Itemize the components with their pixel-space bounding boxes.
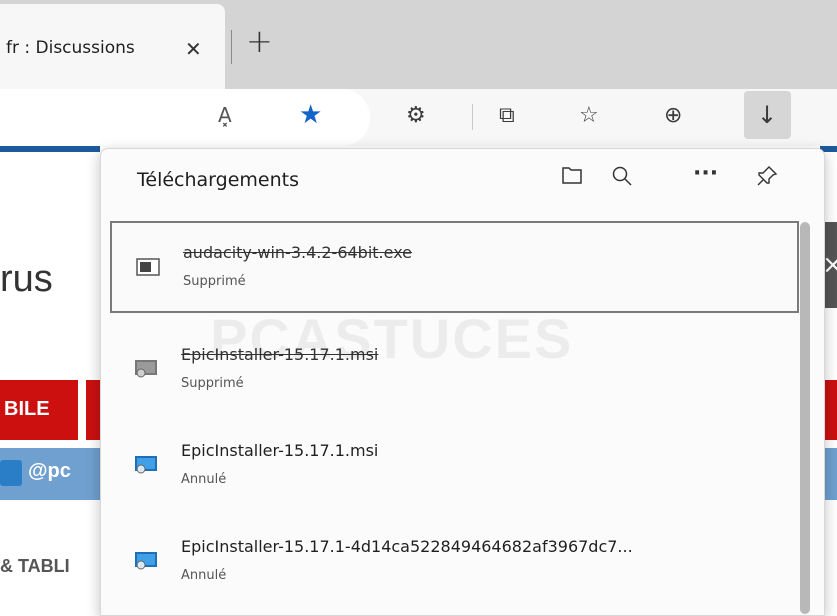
page-heading-fragment: rus (0, 258, 53, 300)
tab-close-icon[interactable]: ✕ (185, 37, 202, 61)
twitter-icon (0, 460, 22, 486)
msi-file-icon (135, 552, 157, 570)
toolbar-divider (472, 104, 473, 130)
file-status: Supprimé (183, 274, 246, 289)
split-screen-icon[interactable]: ⧉ (499, 103, 515, 128)
file-status: Annulé (181, 568, 227, 583)
tab-divider (231, 30, 232, 64)
extensions-icon[interactable]: ⚙ (406, 103, 426, 128)
social-banner[interactable]: @pc (0, 448, 100, 500)
search-icon[interactable] (611, 165, 633, 193)
browser-tab[interactable]: fr : Discussions ✕ (0, 4, 225, 89)
read-aloud-icon[interactable]: A͓ (218, 103, 232, 127)
menu-tab-label: BILE (4, 398, 50, 420)
favorite-star-icon[interactable]: ★ (299, 100, 322, 130)
msi-file-icon (135, 360, 157, 378)
tab-title: fr : Discussions (6, 38, 135, 58)
download-icon: ↓ (757, 101, 778, 129)
download-item[interactable]: audacity-win-3.4.2-64bit.exe Supprimé (110, 221, 799, 313)
address-bar[interactable]: A͓ ★ (0, 89, 370, 146)
toolbar: A͓ ★ ⚙ ⧉ ☆ ⊕ ↓ (0, 89, 837, 146)
menu-tab[interactable] (86, 380, 100, 440)
open-folder-icon[interactable] (561, 165, 583, 191)
menu-link-tablets[interactable]: & TABLI (0, 556, 70, 577)
collections-icon[interactable]: ⊕ (664, 103, 682, 128)
msi-file-icon (135, 456, 157, 474)
page-header-strip (0, 146, 100, 152)
favorites-icon[interactable]: ☆ (579, 103, 599, 128)
new-tab-icon[interactable]: + (246, 22, 273, 60)
download-item[interactable]: EpicInstaller-15.17.1-4d14ca522849464682… (110, 517, 799, 609)
watermark: PCASTUCES (210, 307, 574, 370)
file-name[interactable]: EpicInstaller-15.17.1-4d14ca522849464682… (181, 537, 633, 556)
file-name[interactable]: EpicInstaller-15.17.1.msi (181, 441, 378, 460)
exe-file-icon (136, 258, 160, 276)
twitter-handle: @pc (28, 460, 71, 482)
menu-tab-mobile[interactable]: BILE (0, 380, 78, 440)
file-status: Supprimé (181, 376, 244, 391)
download-item[interactable]: EpicInstaller-15.17.1.msi Annulé (110, 421, 799, 513)
file-name[interactable]: audacity-win-3.4.2-64bit.exe (183, 243, 412, 262)
tab-strip: fr : Discussions ✕ + (0, 0, 837, 89)
downloads-panel: Téléchargements ··· audacity-win-3.4.2-6… (100, 148, 825, 616)
more-options-icon[interactable]: ··· (693, 161, 718, 186)
file-status: Annulé (181, 472, 227, 487)
panel-title: Téléchargements (137, 169, 299, 191)
pin-icon[interactable] (756, 165, 778, 193)
panel-scrollbar[interactable] (800, 222, 810, 614)
downloads-button[interactable]: ↓ (744, 91, 791, 139)
